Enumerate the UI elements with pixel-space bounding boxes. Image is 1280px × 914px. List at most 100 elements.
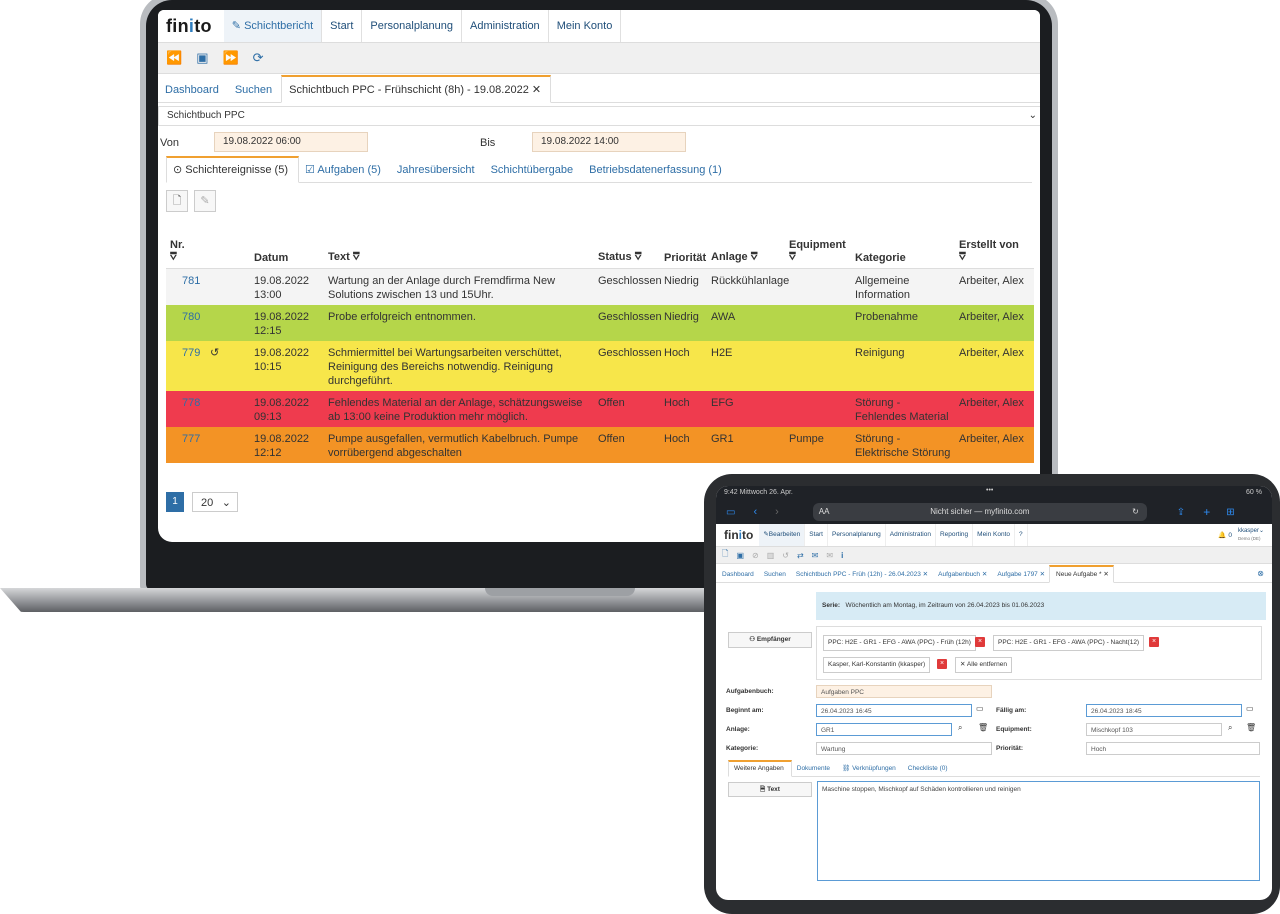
tab-aufgabe-1797[interactable]: Aufgabe 1797 ✕ xyxy=(991,570,1049,582)
calendar-icon[interactable]: ▭ xyxy=(1246,704,1254,713)
filter-icon[interactable]: ⩢ xyxy=(635,251,642,263)
cell-nr[interactable]: 778 xyxy=(166,391,206,427)
nav-personalplanung[interactable]: Personalplanung xyxy=(828,524,886,546)
reload-icon[interactable]: ↻ xyxy=(1132,503,1139,521)
remove-chip-icon[interactable]: × xyxy=(1149,637,1159,647)
text-button[interactable]: 🗎 Text xyxy=(728,782,812,797)
tab-weitere-angaben[interactable]: Weitere Angaben xyxy=(728,760,792,777)
document-icon[interactable]: 🗋 xyxy=(722,548,728,562)
col-datum[interactable]: Datum xyxy=(250,224,324,269)
new-document-button[interactable]: 🗋 xyxy=(166,190,188,212)
text-area[interactable]: Maschine stoppen, Mischkopf auf Schäden … xyxy=(817,781,1260,881)
col-text[interactable]: Text ⩢ xyxy=(324,224,594,269)
search-icon[interactable]: ⌕ xyxy=(1228,723,1232,733)
filter-icon[interactable]: ⩢ xyxy=(959,251,966,263)
tab-schichtereignisse[interactable]: ⊙ Schichtereignisse (5) xyxy=(166,156,299,183)
table-row[interactable]: 781 19.08.2022 13:00 Wartung an der Anlage… xyxy=(166,268,1034,306)
tab-schichtuebergabe[interactable]: Schichtübergabe xyxy=(485,164,584,182)
save-icon[interactable]: ▣ xyxy=(736,551,744,560)
nav-reporting[interactable]: Reporting xyxy=(936,524,974,546)
col-anlage[interactable]: Anlage ⩢ xyxy=(707,224,785,269)
tab-jahresuebersicht[interactable]: Jahresübersicht xyxy=(391,164,485,182)
plus-icon[interactable]: + xyxy=(1203,505,1210,519)
edit-button[interactable]: ✎ xyxy=(194,190,216,212)
tab-aufgabenbuch[interactable]: Aufgabenbuch ✕ xyxy=(932,570,991,582)
aufgabenbuch-select[interactable]: Aufgaben PPC xyxy=(816,685,992,698)
page-size-select[interactable]: 20 ⌄ xyxy=(192,492,238,512)
tab-betriebsdaten[interactable]: Betriebsdatenerfassung (1) xyxy=(583,164,732,182)
notification-bell[interactable]: 🔔 0 xyxy=(1218,531,1238,539)
filter-icon[interactable]: ⩢ xyxy=(170,251,177,263)
mail-icon[interactable]: ✉ xyxy=(812,551,819,560)
info-icon[interactable]: i xyxy=(841,551,843,560)
tabs-icon[interactable]: ⊞ xyxy=(1226,507,1234,518)
col-kategorie[interactable]: Kategorie xyxy=(851,224,955,269)
empfaenger-button[interactable]: ⚇ Empfänger xyxy=(728,632,812,648)
col-prioritaet[interactable]: Priorität xyxy=(660,224,707,269)
equipment-input[interactable]: Mischkopf 103 xyxy=(1086,723,1222,736)
mail-open-icon[interactable]: ✉ xyxy=(826,551,833,560)
tab-suchen[interactable]: Suchen xyxy=(228,84,281,102)
col-erstellt[interactable]: Erstellt von ⩢ xyxy=(955,224,1034,269)
anlage-input[interactable]: GR1 xyxy=(816,723,952,736)
table-row[interactable]: 778 19.08.2022 09:13 Fehlendes Material an… xyxy=(166,391,1034,427)
nav-personalplanung[interactable]: Personalplanung xyxy=(362,10,462,42)
tab-checkliste[interactable]: Checkliste (0) xyxy=(903,765,955,776)
cell-nr[interactable]: 779 xyxy=(166,341,206,391)
nav-administration[interactable]: Administration xyxy=(886,524,936,546)
history-icon[interactable]: ↺ xyxy=(782,551,789,560)
user-menu[interactable]: kkasper⌄ Demo (DE) xyxy=(1238,528,1272,543)
remove-chip-icon[interactable]: × xyxy=(937,659,947,669)
kategorie-select[interactable]: Wartung xyxy=(816,742,992,755)
nav-start[interactable]: Start xyxy=(322,10,363,42)
url-bar[interactable]: AA Nicht sicher — myfinito.com ↻ xyxy=(812,503,1147,521)
cell-nr[interactable]: 780 xyxy=(166,305,206,341)
check-icon[interactable]: ⊘ xyxy=(752,551,759,560)
tab-suchen[interactable]: Suchen xyxy=(758,571,790,582)
finito-logo[interactable]: finito xyxy=(158,16,224,37)
schichtbuch-select[interactable]: Schichtbuch PPC ⌄ xyxy=(158,106,1040,126)
table-row[interactable]: 779 ↺ 19.08.2022 10:15 Schmiermittel bei Wa… xyxy=(166,341,1034,391)
cell-nr[interactable]: 781 xyxy=(166,269,206,306)
nav-start[interactable]: Start xyxy=(805,524,828,546)
nav-help[interactable]: ? xyxy=(1015,524,1028,546)
cell-nr[interactable]: 777 xyxy=(166,427,206,463)
finito-logo[interactable]: finito xyxy=(716,528,759,542)
nav-administration[interactable]: Administration xyxy=(462,10,549,42)
bis-input[interactable]: 19.08.2022 14:00 xyxy=(532,132,686,152)
trash-icon[interactable]: 🗑 xyxy=(978,723,988,732)
calendar-icon[interactable]: ▭ xyxy=(976,704,984,713)
faellig-input[interactable]: 26.04.2023 18:45 xyxy=(1086,704,1242,717)
prioritaet-select[interactable]: Hoch xyxy=(1086,742,1260,755)
sidebar-icon[interactable]: ▭ xyxy=(726,507,735,518)
remove-all-button[interactable]: ✕ Alle entfernen xyxy=(955,657,1013,673)
col-nr[interactable]: Nr. ⩢ xyxy=(166,224,206,269)
search-icon[interactable]: ⌕ xyxy=(958,723,962,733)
tab-aufgaben[interactable]: ☑ Aufgaben (5) xyxy=(299,163,391,182)
tab-dashboard[interactable]: Dashboard xyxy=(158,84,228,102)
tab-dokumente[interactable]: Dokumente xyxy=(792,765,837,776)
nav-mein-konto[interactable]: Mein Konto xyxy=(549,10,622,42)
nav-schichtbericht[interactable]: ✎ Schichtbericht xyxy=(223,10,323,42)
close-all-icon[interactable]: ⊗ xyxy=(1251,569,1272,582)
von-input[interactable]: 19.08.2022 06:00 xyxy=(214,132,368,152)
delete-icon[interactable]: ▥ xyxy=(767,551,775,560)
tab-schichtbuch[interactable]: Schichtbuch PPC - Früh (12h) - 26.04.202… xyxy=(790,570,932,582)
share-icon[interactable]: ⇪ xyxy=(1177,507,1185,518)
remove-chip-icon[interactable]: × xyxy=(975,637,985,647)
forward-icon[interactable]: › xyxy=(775,506,779,518)
table-row[interactable]: 780 19.08.2022 12:15 Probe erfolgreich ent… xyxy=(166,305,1034,341)
tab-neue-aufgabe[interactable]: Neue Aufgabe * ✕ xyxy=(1049,565,1114,583)
calendar-icon[interactable]: ▣ xyxy=(196,50,208,66)
trash-icon[interactable]: 🗑 xyxy=(1246,723,1256,732)
nav-mein-konto[interactable]: Mein Konto xyxy=(973,524,1016,546)
tab-dashboard[interactable]: Dashboard xyxy=(716,571,758,582)
nav-bearbeiten[interactable]: ✎Bearbeiten xyxy=(759,524,806,546)
back-icon[interactable]: ‹ xyxy=(753,506,757,518)
tab-verknuepfungen[interactable]: ⛓ Verknüpfungen xyxy=(837,764,903,776)
filter-icon[interactable]: ⩢ xyxy=(751,251,758,263)
beginnt-input[interactable]: 26.04.2023 16:45 xyxy=(816,704,972,717)
col-status[interactable]: Status ⩢ xyxy=(594,224,660,269)
tab-schichtbuch[interactable]: Schichtbuch PPC - Frühschicht (8h) - 19.… xyxy=(281,75,552,103)
page-1-button[interactable]: 1 xyxy=(166,492,184,512)
